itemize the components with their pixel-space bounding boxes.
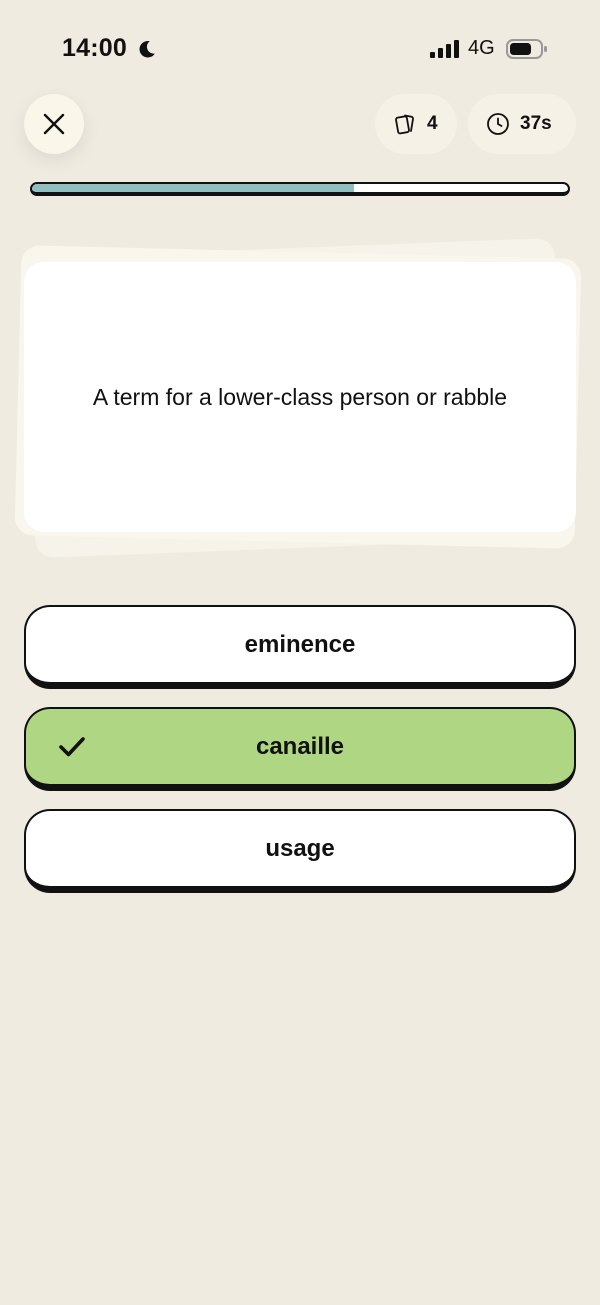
status-bar: 14:00 4G (0, 0, 600, 96)
timer-badge: 37s (468, 94, 576, 154)
progress-bar (30, 182, 570, 196)
signal-icon (430, 40, 459, 58)
answer-option-1[interactable]: eminence (24, 605, 576, 689)
cards-icon (395, 114, 414, 135)
timer-value: 37s (520, 113, 552, 134)
question-text: A term for a lower-class person or rabbl… (92, 383, 508, 410)
status-time: 14:00 (62, 34, 127, 62)
answer-label: eminence (244, 630, 356, 658)
answer-option-2[interactable]: canaille (24, 707, 576, 791)
answer-label: usage (265, 834, 335, 862)
close-button[interactable] (24, 94, 84, 154)
cards-count: 4 (427, 113, 438, 134)
moon-icon (139, 40, 155, 58)
cards-remaining-badge: 4 (375, 94, 457, 154)
question-card: A term for a lower-class person or rabbl… (24, 262, 576, 532)
checkmark-icon (59, 737, 85, 757)
answer-option-3[interactable]: usage (24, 809, 576, 893)
answer-label: canaille (255, 732, 345, 760)
clock-icon (487, 113, 509, 135)
close-icon (43, 113, 65, 135)
progress-fill (32, 184, 354, 192)
network-type: 4G (468, 37, 495, 59)
battery-icon (506, 39, 547, 59)
